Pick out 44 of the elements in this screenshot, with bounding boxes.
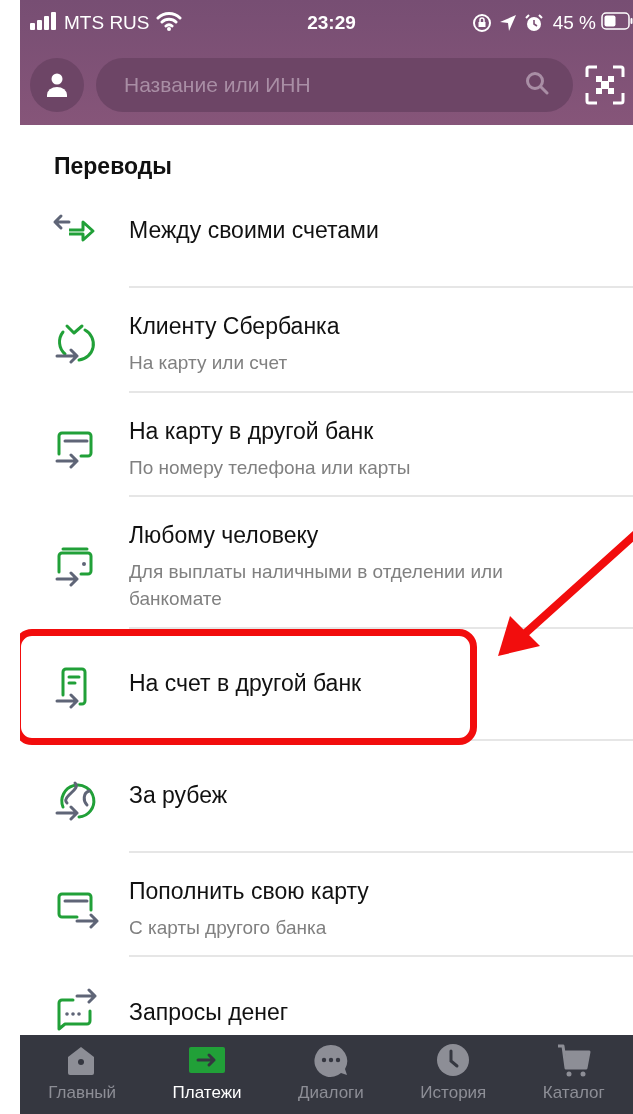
search-bar[interactable]: Название или ИНН	[96, 58, 573, 112]
tab[interactable]: Платежи	[168, 1035, 246, 1114]
tab[interactable]: Каталог	[538, 1035, 609, 1114]
option-title: Между своими счетами	[129, 216, 380, 246]
tab[interactable]: История	[416, 1035, 491, 1114]
alarm-icon	[523, 12, 544, 33]
qr-scan-button[interactable]	[585, 65, 625, 105]
search-icon	[525, 71, 549, 95]
transfer-option[interactable]: На карту в другой банк По номеру телефона или карты	[20, 392, 633, 498]
transfer-option[interactable]: Клиенту Сбербанка На карту или счет	[20, 288, 633, 393]
carrier-name: MTS RUS	[64, 11, 150, 34]
signal-icon	[30, 11, 58, 30]
location-icon	[498, 13, 517, 32]
transfer-option[interactable]: Запросы денег	[20, 957, 633, 1035]
transfer-option[interactable]: За рубеж	[20, 740, 633, 853]
option-subtitle: Для выплаты наличными в отделении или банкомате	[129, 560, 504, 611]
transfer-option[interactable]: На счет в другой банк	[20, 628, 633, 741]
option-title: Пополнить свою карту	[129, 876, 370, 906]
status-time: 23:29	[307, 11, 356, 34]
option-title: Запросы денег	[129, 997, 290, 1027]
option-title: За рубеж	[129, 781, 229, 810]
clock-icon	[435, 1043, 472, 1077]
option-subtitle: С карты другого банка	[129, 915, 328, 940]
option-title: На счет в другой банк	[129, 669, 363, 698]
option-title: Любому человеку	[129, 521, 320, 551]
transfer-option[interactable]: Пополнить свою карту С карты другого банка	[20, 852, 633, 958]
rotation-lock-icon	[471, 12, 492, 33]
person-icon	[46, 73, 68, 97]
section-title: Переводы	[54, 153, 173, 180]
search-field[interactable]: Название или ИНН	[122, 72, 525, 98]
option-subtitle: По номеру телефона или карты	[129, 455, 412, 480]
tab[interactable]: Диалоги	[294, 1035, 368, 1114]
option-title: Клиенту Сбербанка	[129, 312, 341, 341]
qr-scan-icon	[585, 65, 625, 105]
option-title: На карту в другой банк	[129, 416, 375, 446]
wifi-icon	[155, 10, 182, 31]
chat-icon	[312, 1043, 349, 1077]
transfer-option[interactable]: Любому человеку Для выплаты наличными в отделении или банкомате	[20, 497, 633, 629]
profile-button[interactable]	[30, 58, 84, 112]
tab[interactable]: Главный	[44, 1035, 121, 1114]
cart-icon	[555, 1043, 592, 1077]
battery-icon	[601, 11, 633, 30]
option-subtitle: На карту или счет	[129, 351, 289, 376]
battery-percent: 45 %	[552, 11, 596, 34]
